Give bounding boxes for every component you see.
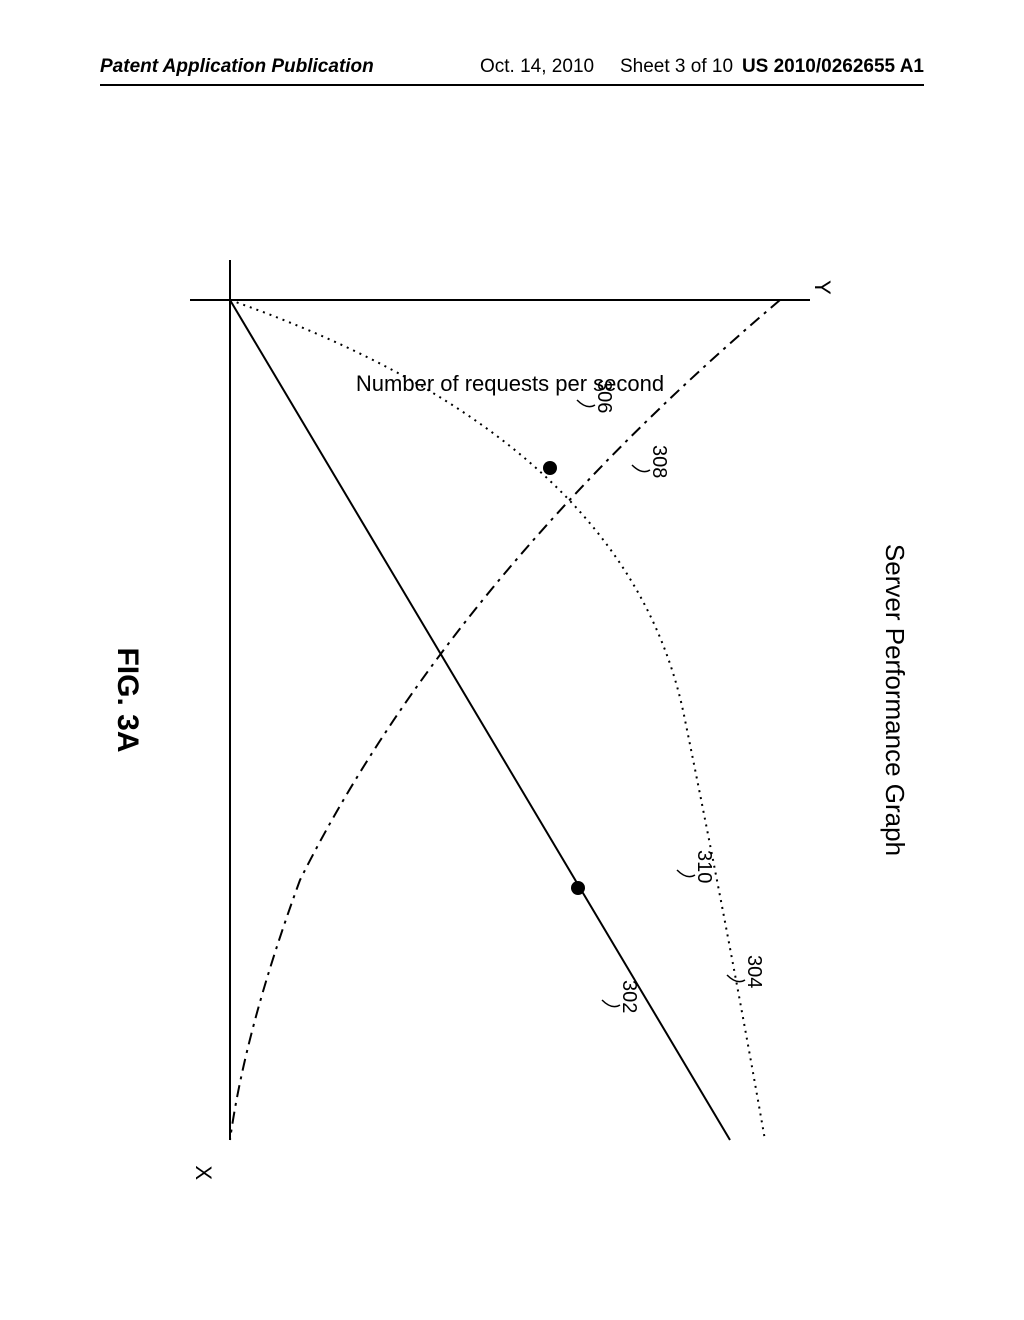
page-header: Patent Application Publication Oct. 14, … (0, 56, 1024, 86)
curve-302 (230, 300, 730, 1140)
publication-date: Oct. 14, 2010 (480, 56, 594, 78)
curve-304 (230, 300, 765, 1140)
publication-number: US 2010/0262655 A1 (742, 56, 924, 78)
leader-306 (577, 400, 595, 407)
point-308 (543, 461, 557, 475)
leader-308 (632, 465, 650, 472)
leader-310 (677, 870, 695, 877)
point-310 (571, 881, 585, 895)
figure-stage: Server Performance Graph Number of reque… (90, 180, 930, 1220)
header-rule (100, 84, 924, 86)
chart-svg (90, 180, 930, 1220)
sheet-indicator: Sheet 3 of 10 (620, 56, 733, 78)
figure-rotated: Server Performance Graph Number of reque… (90, 180, 930, 1220)
publication-type: Patent Application Publication (100, 56, 374, 78)
curve-306 (230, 300, 780, 1140)
leader-302 (602, 1000, 620, 1007)
